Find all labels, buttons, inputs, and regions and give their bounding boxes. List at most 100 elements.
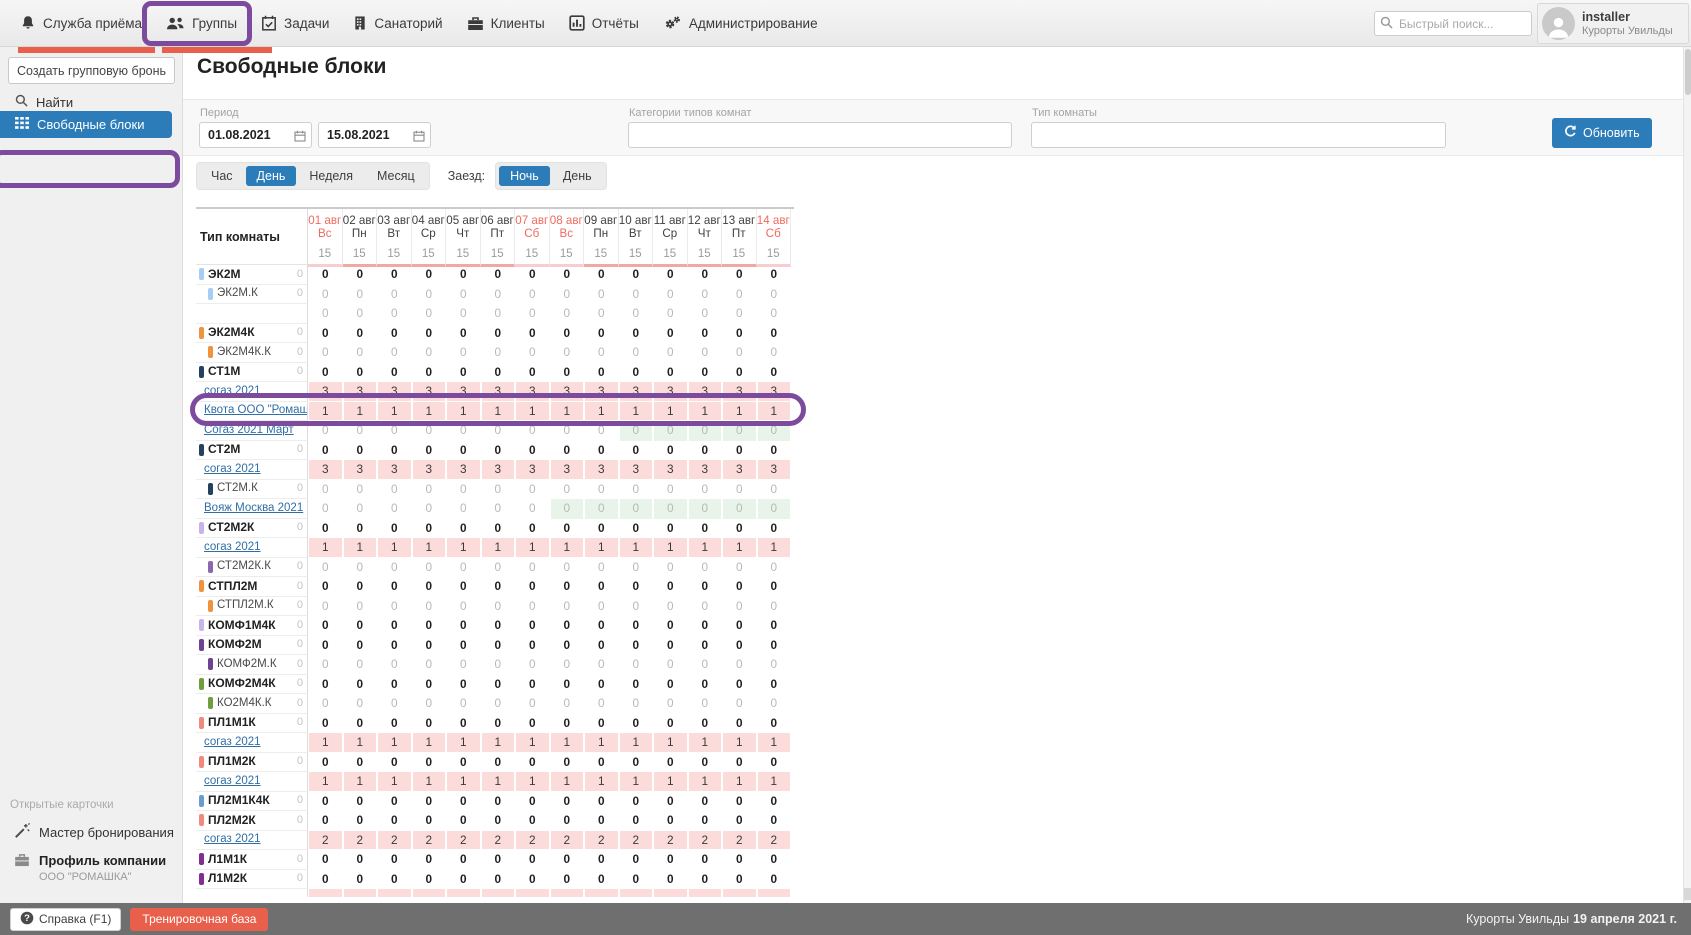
room-type-name: КОМФ2М.К [217, 655, 277, 674]
date-header-9: 10 авгВт [619, 209, 654, 245]
nav-item-reports[interactable]: Отчёты [557, 0, 651, 46]
room-count: 0 [297, 343, 307, 362]
table-row: согаз 202111111111111111 [196, 772, 794, 792]
vertical-scrollbar[interactable] [1683, 47, 1691, 903]
date-header-2: 03 авгВт [377, 209, 412, 245]
nav-item-administration[interactable]: Администрирование [651, 0, 830, 46]
nav-item-groups[interactable]: Группы [154, 0, 249, 46]
row-label-cell [196, 889, 308, 897]
block-quota-link[interactable]: Квота ООО "Ромашка" [204, 402, 308, 421]
sidebar-item-booking-master[interactable]: Мастер бронирования [14, 823, 174, 842]
block-quota-link[interactable]: согаз 2021 [204, 772, 261, 791]
block-quota-link[interactable]: согаз 2021 [204, 460, 261, 479]
room-type-input[interactable] [1032, 123, 1445, 147]
room-type-name: ПЛ1М1К [208, 714, 256, 733]
availability-cell: 0 [446, 811, 481, 831]
availability-cell: 0 [515, 811, 550, 831]
availability-cell: 2 [584, 831, 619, 851]
block-quota-link[interactable]: Согаз 2021 Март [204, 421, 294, 440]
availability-cell: 0 [481, 694, 516, 714]
block-quota-link[interactable]: согаз 2021 [204, 382, 261, 401]
quick-search-input[interactable] [1374, 11, 1532, 36]
user-menu[interactable]: installer Курорты Увильды [1537, 3, 1689, 44]
availability-cell: 0 [446, 577, 481, 597]
refresh-icon [1564, 125, 1577, 141]
availability-cell: 0 [619, 558, 654, 578]
availability-cell: 0 [688, 499, 723, 519]
availability-cell: 0 [722, 441, 757, 461]
scale-button-2[interactable]: Неделя [298, 166, 364, 186]
arrival-button-1[interactable]: День [552, 166, 603, 186]
availability-cell: 1 [377, 772, 412, 792]
nav-item-clients[interactable]: Клиенты [455, 0, 557, 46]
scale-button-3[interactable]: Месяц [366, 166, 426, 186]
availability-cell: 1 [584, 772, 619, 792]
avatar [1542, 7, 1575, 40]
block-quota-link[interactable]: согаз 2021 [204, 831, 261, 850]
nav-item-label: Санаторий [374, 16, 442, 31]
availability-cell: 1 [619, 538, 654, 558]
calendar-icon[interactable] [413, 129, 425, 147]
calendar-icon[interactable] [294, 129, 306, 147]
room-categories-input[interactable] [629, 123, 1011, 147]
availability-cell: 0 [722, 480, 757, 500]
building-icon [353, 15, 367, 31]
availability-cell: 0 [377, 577, 412, 597]
block-quota-link[interactable]: Вояж Москва 2021 [204, 499, 303, 518]
availability-cell: 0 [412, 753, 447, 773]
availability-cell: 0 [584, 753, 619, 773]
availability-cell: 0 [757, 714, 792, 734]
availability-cell: 0 [653, 616, 688, 636]
scale-button-1[interactable]: День [246, 166, 297, 186]
availability-cell: 0 [343, 616, 378, 636]
availability-cell: 3 [619, 382, 654, 402]
availability-cell: 0 [653, 363, 688, 383]
room-count: 0 [297, 577, 307, 596]
availability-cell: 0 [550, 792, 585, 812]
help-button[interactable]: ? Справка (F1) [10, 908, 121, 931]
nav-item-sanatorium[interactable]: Санаторий [341, 0, 454, 46]
sidebar-item-free-blocks[interactable]: Свободные блоки [0, 111, 172, 138]
availability-cell: 0 [481, 343, 516, 363]
availability-cell: 0 [757, 675, 792, 695]
availability-cell: 0 [584, 675, 619, 695]
availability-cell: 1 [688, 402, 723, 422]
block-quota-link[interactable]: согаз 2021 [204, 733, 261, 752]
availability-cell: 0 [412, 265, 447, 285]
availability-cell: 0 [550, 694, 585, 714]
nav-item-label: Служба приёма [43, 16, 142, 31]
training-base-button[interactable]: Тренировочная база [130, 908, 268, 931]
availability-cell: 0 [515, 850, 550, 870]
availability-cell: 1 [584, 733, 619, 753]
availability-cell: 0 [446, 694, 481, 714]
capacity-cell: 15 [584, 245, 619, 267]
arrival-button-0[interactable]: Ночь [499, 166, 550, 186]
scale-button-0[interactable]: Час [200, 166, 244, 186]
create-group-booking-button[interactable]: Создать групповую бронь [8, 57, 175, 84]
availability-cell: 0 [584, 421, 619, 441]
availability-cell: 0 [688, 753, 723, 773]
availability-cell: 0 [688, 597, 723, 617]
sidebar-item-company-profile[interactable]: Профиль компании ООО "РОМАШКА" [14, 853, 166, 883]
table-row: КО2М4К.К000000000000000 [196, 694, 794, 714]
availability-cell: 0 [757, 343, 792, 363]
room-type-name: ЭК2М4К [208, 324, 255, 343]
date-header-0: 01 авгВс [308, 209, 343, 245]
availability-cell: 2 [619, 831, 654, 851]
block-quota-link[interactable]: согаз 2021 [204, 538, 261, 557]
scrollbar-thumb[interactable] [1685, 49, 1691, 95]
availability-cell: 3 [550, 382, 585, 402]
availability-cell: 2 [757, 831, 792, 851]
nav-item-reception[interactable]: Служба приёма [8, 0, 154, 46]
availability-cell: 0 [757, 655, 792, 675]
availability-cell: 0 [722, 792, 757, 812]
nav-item-tasks[interactable]: Задачи [249, 0, 341, 46]
quick-search [1374, 11, 1532, 36]
refresh-button[interactable]: Обновить [1552, 118, 1652, 148]
availability-cell: 0 [343, 870, 378, 890]
availability-cell: 0 [412, 616, 447, 636]
availability-cell: 0 [343, 265, 378, 285]
availability-cell: 0 [619, 265, 654, 285]
availability-cell: 0 [481, 675, 516, 695]
availability-cell: 0 [515, 363, 550, 383]
